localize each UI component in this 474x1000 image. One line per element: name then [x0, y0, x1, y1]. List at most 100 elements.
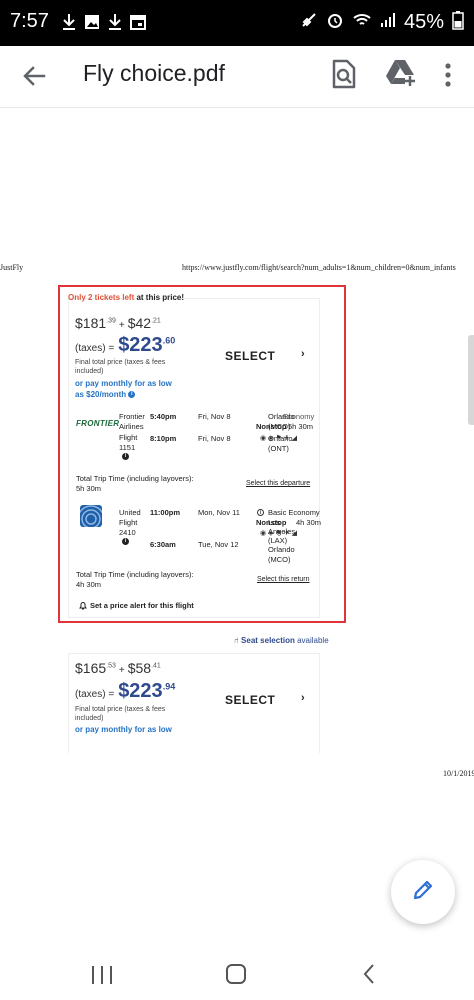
depart-airline-2: Airlines [119, 422, 144, 431]
download-icon [108, 13, 122, 36]
battery-icon [452, 10, 464, 35]
return-arrive-time: 6:30am [150, 540, 176, 549]
seat-icon: ⑁ [234, 636, 239, 645]
select-button[interactable]: SELECT [225, 693, 275, 707]
app-bar: Fly choice.pdf [0, 46, 474, 108]
base-price-cents: .39 [106, 317, 116, 325]
monthly-payment-amount[interactable]: as $20/month i [75, 389, 136, 400]
tax-price-cents: .41 [151, 662, 161, 670]
select-departure-link[interactable]: Select this departure [246, 480, 310, 487]
united-logo [80, 505, 102, 527]
base-price: $165 [75, 660, 107, 676]
taxes-label: (taxes) = [75, 689, 115, 700]
total-price: $223 [118, 334, 163, 356]
edit-button[interactable] [391, 860, 455, 924]
total-price-line: (taxes) = $223.60 [75, 334, 175, 357]
wifi-icon [352, 11, 372, 34]
return-airline: United [119, 508, 141, 517]
info-icon: i [128, 391, 136, 399]
chevron-right-icon[interactable]: › [301, 348, 305, 360]
recent-apps-icon[interactable] [92, 966, 112, 984]
final-price-note: Final total price (taxes & fees included… [75, 359, 166, 375]
price-breakdown: $181.39 + $42.21 [75, 315, 161, 331]
depart-flight-label: Flight [119, 433, 138, 442]
pencil-icon [411, 878, 435, 907]
battery-percent: 45% [403, 11, 444, 33]
back-nav-icon[interactable] [362, 962, 376, 986]
fast-scroll-handle[interactable] [468, 335, 474, 425]
total-price-line: (taxes) = $223.94 [75, 680, 175, 703]
return-arrive-date: Tue, Nov 12 [198, 540, 239, 549]
status-notification-icons [62, 13, 146, 36]
total-trip-time: 5h 30m [76, 484, 102, 493]
return-arrive-code: (MCO) [268, 555, 291, 564]
plus-sign: + [118, 665, 125, 676]
return-duration: 4h 30m [296, 518, 322, 527]
return-flight-number: 2410 [119, 528, 136, 537]
seat-selection-suffix: available [294, 636, 329, 645]
price-breakdown: $165.53 + $58.41 [75, 660, 161, 676]
document-title: Fly choice.pdf [83, 60, 225, 86]
seat-selection-note: ⑁ Seat selection available [234, 636, 329, 645]
calendar-icon [130, 13, 146, 36]
status-bar: 7:57 45% [0, 0, 474, 46]
tickets-left-count: Only 2 tickets left [68, 293, 135, 302]
monthly-payment-text[interactable]: or pay monthly for as low [75, 724, 172, 735]
total-price: $223 [118, 680, 163, 702]
download-icon [62, 13, 76, 36]
arrive-time: 8:10pm [150, 434, 177, 443]
status-time: 7:57 [10, 10, 49, 32]
more-vert-icon[interactable] [438, 60, 458, 90]
find-in-page-icon[interactable] [330, 58, 358, 90]
seat-selection-label: Seat selection [241, 636, 295, 645]
amenities-icons: ◉◈⚑✈◢ [260, 530, 300, 537]
total-price-cents: .94 [162, 681, 176, 692]
select-return-link[interactable]: Select this return [257, 576, 310, 583]
depart-time: 5:40pm [150, 412, 177, 421]
status-system-icons: 45% [300, 10, 464, 35]
tax-price: $42 [127, 315, 152, 331]
chevron-right-icon[interactable]: › [301, 692, 305, 704]
price-alert-link[interactable]: Set a price alert for this flight [90, 601, 194, 610]
return-depart-code: (LAX) [268, 536, 288, 545]
pdf-header-url: https://www.justfly.com/flight/search?nu… [182, 263, 456, 272]
arrive-code: (ONT) [268, 444, 289, 453]
arrive-city: Ontario [268, 434, 293, 443]
cabin-class: Economy [283, 412, 315, 421]
return-stops: Nonstop [256, 518, 287, 527]
arrow-left-icon[interactable] [18, 60, 50, 92]
monthly-payment-text[interactable]: or pay monthly for as low [75, 378, 172, 389]
pdf-page[interactable]: JustFly https://www.justfly.com/flight/s… [0, 108, 474, 948]
total-trip-time: 4h 30m [76, 580, 102, 589]
image-icon [84, 13, 100, 36]
arrive-date: Fri, Nov 8 [198, 434, 231, 443]
taxes-label: (taxes) = [75, 343, 115, 354]
info-icon: i [122, 538, 129, 545]
total-price-cents: .60 [162, 335, 176, 346]
alarm-icon [326, 11, 344, 34]
duration: 5h 30m [288, 422, 314, 431]
frontier-logo: FRONTIER [76, 419, 120, 428]
pdf-header-site: JustFly [0, 263, 24, 272]
select-button[interactable]: SELECT [225, 349, 275, 363]
plus-sign: + [118, 320, 125, 331]
add-to-drive-icon[interactable] [385, 58, 417, 88]
home-icon[interactable] [226, 964, 246, 984]
return-depart-date: Mon, Nov 11 [198, 508, 240, 517]
base-price: $181 [75, 315, 107, 331]
return-depart-time: 11:00pm [150, 508, 181, 517]
mute-icon [300, 11, 318, 34]
base-price-cents: .53 [106, 662, 116, 670]
depart-airline: Frontier [119, 412, 145, 421]
system-nav-bar [0, 948, 474, 1000]
pdf-footer-date: 10/1/2019 [443, 769, 474, 778]
tax-price: $58 [127, 660, 152, 676]
return-flight-label: Flight [119, 518, 138, 527]
info-icon: i [122, 453, 129, 460]
total-trip-label: Total Trip Time (including layovers): [76, 570, 194, 579]
final-price-note: Final total price (taxes & fees included… [75, 706, 166, 722]
return-cabin-class: Basic Economy [268, 508, 320, 517]
tickets-left-text: at this price! [134, 293, 185, 302]
return-arrive-city: Orlando [268, 545, 295, 554]
depart-date: Fri, Nov 8 [198, 412, 231, 421]
